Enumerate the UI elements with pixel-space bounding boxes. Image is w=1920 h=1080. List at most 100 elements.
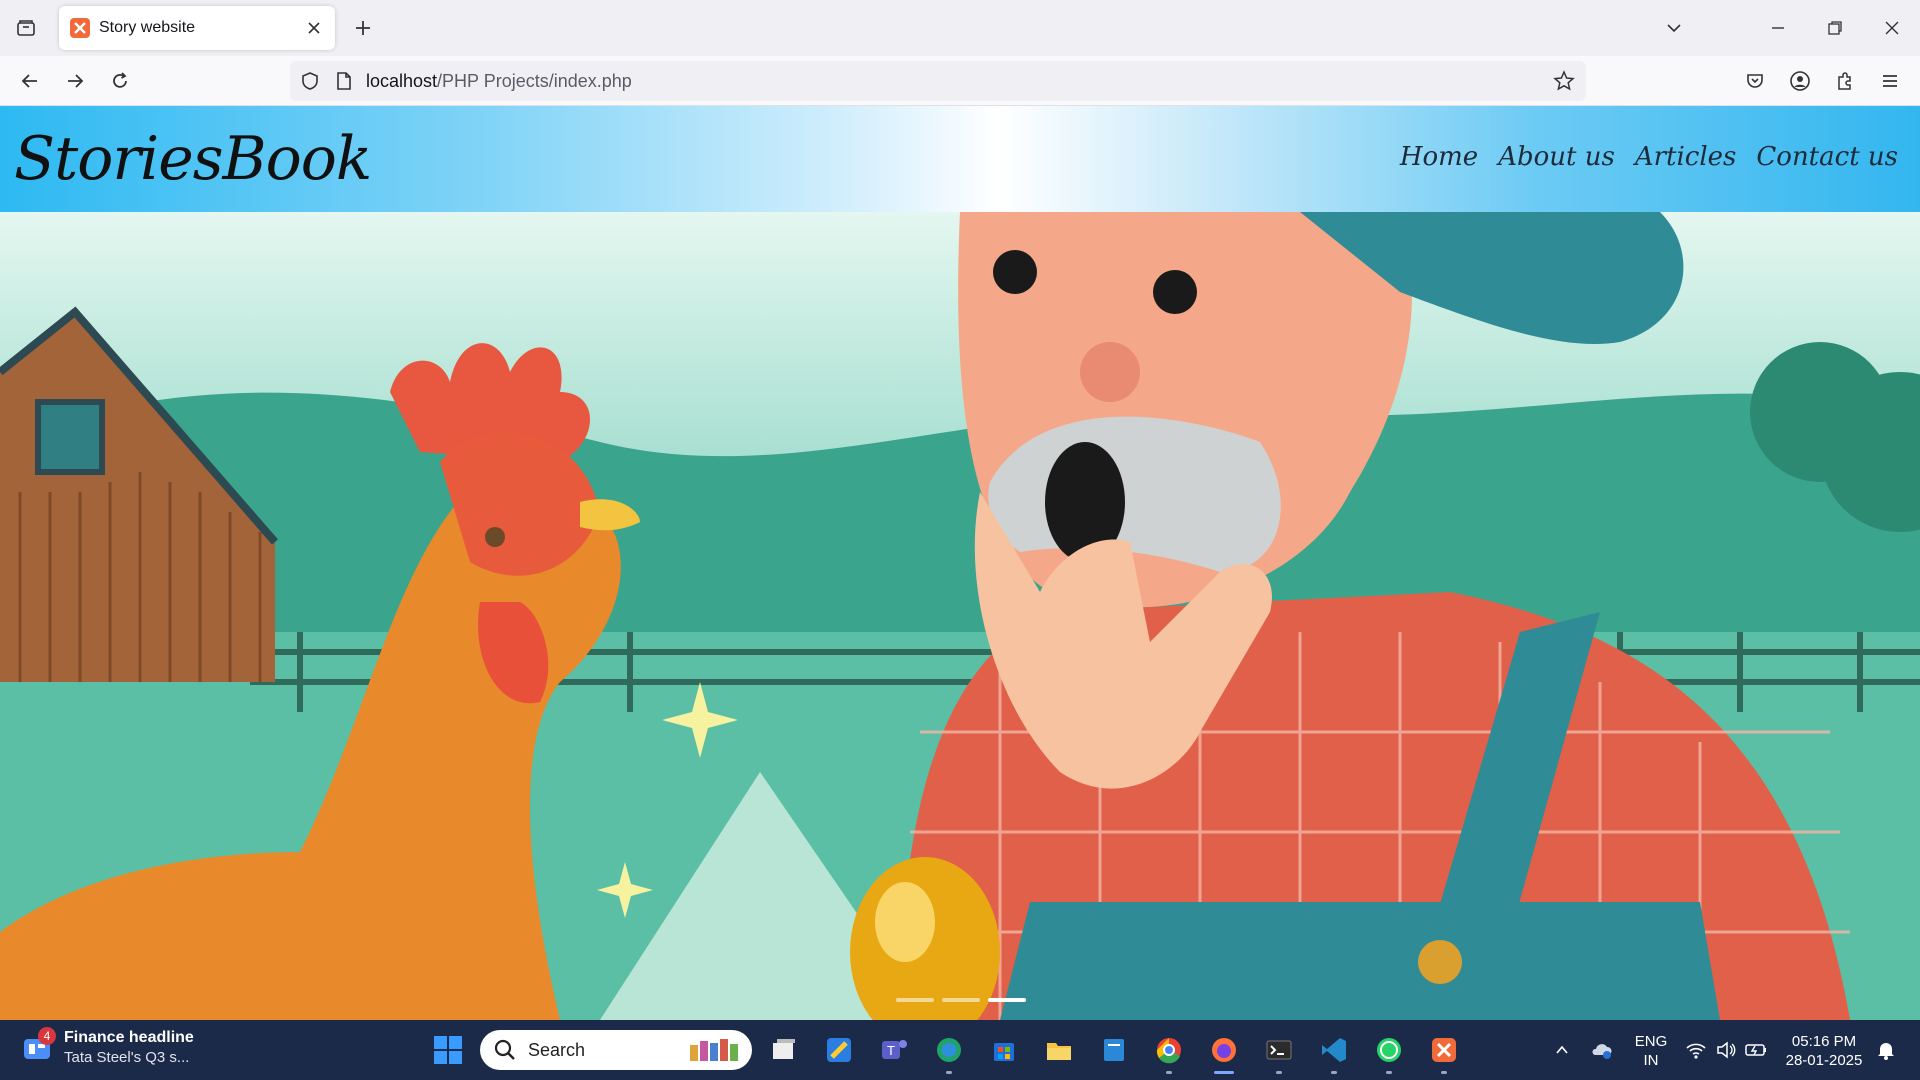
language-code: ENG (1634, 1033, 1668, 1050)
list-all-tabs-button[interactable] (1646, 0, 1702, 56)
bell-snooze-icon (1878, 1043, 1894, 1060)
notifications-button[interactable] (1866, 1030, 1906, 1070)
browser-tab-bar: Story website (0, 0, 1920, 56)
taskbar-app-whatsapp[interactable] (1369, 1030, 1409, 1074)
search-label: Search (528, 1039, 586, 1060)
restore-button[interactable] (1807, 0, 1863, 56)
taskbar-search[interactable]: Search (480, 1030, 752, 1070)
menu-button[interactable] (1874, 65, 1906, 97)
news-badge: 4 (38, 1027, 56, 1045)
carousel-indicator-active[interactable] (988, 998, 1026, 1002)
url-path: /PHP Projects/index.php (437, 70, 632, 91)
windows-logo-icon (434, 1036, 462, 1064)
news-title: Finance headline (64, 1029, 194, 1046)
wifi-icon (1686, 1043, 1706, 1059)
tab-list-button[interactable] (10, 12, 42, 44)
language-indicator[interactable]: ENG IN (1630, 1032, 1672, 1070)
extensions-button[interactable] (1829, 65, 1861, 97)
active-tab[interactable]: Story website (59, 6, 335, 50)
arrow-right-icon (68, 74, 84, 88)
close-icon (1885, 21, 1899, 35)
site-header: StoriesBook Home About us Articles Conta… (0, 106, 1920, 212)
chevron-down-icon (1667, 24, 1681, 33)
nav-link-home[interactable]: Home (1400, 142, 1478, 172)
cloud-icon (1592, 1044, 1612, 1059)
chevron-up-icon (1556, 1045, 1568, 1054)
search-icon (494, 1039, 515, 1060)
new-tab-button[interactable] (347, 12, 379, 44)
terminal-icon (1266, 1040, 1292, 1060)
shield-icon[interactable] (298, 69, 322, 93)
minimize-button[interactable] (1750, 0, 1806, 56)
nav-link-articles[interactable]: Articles (1635, 142, 1737, 172)
forward-button[interactable] (59, 65, 91, 97)
clock-time: 05:16 PM (1791, 1033, 1857, 1050)
taskbar-app-chrome[interactable] (1149, 1030, 1189, 1074)
copilot-icon (827, 1038, 851, 1062)
notes-icon (1104, 1039, 1124, 1061)
tab-close-button[interactable] (303, 17, 325, 39)
news-subtitle: Tata Steel's Q3 s... (64, 1049, 190, 1066)
browser-navigation-bar: localhost/PHP Projects/index.php (0, 56, 1920, 106)
site-logo[interactable]: StoriesBook (14, 124, 372, 194)
clock[interactable]: 05:16 PM 28-01-2025 (1776, 1032, 1872, 1070)
taskbar-app-vscode[interactable] (1314, 1030, 1354, 1074)
task-view-button[interactable] (764, 1030, 804, 1070)
taskbar-app-notes[interactable] (1094, 1030, 1134, 1070)
firefox-icon (1212, 1038, 1236, 1062)
hero-illustration (0, 212, 1920, 1020)
folder-icon (1047, 1043, 1071, 1060)
news-widget[interactable]: 4 Finance headline Tata Steel's Q3 s... (20, 1027, 194, 1068)
pocket-button[interactable] (1739, 65, 1771, 97)
chrome-icon (1156, 1038, 1181, 1064)
taskbar-app-file-explorer[interactable] (1039, 1030, 1079, 1070)
teams-icon: T (882, 1040, 907, 1059)
task-view-icon (773, 1039, 795, 1059)
windows-taskbar: 4 Finance headline Tata Steel's Q3 s... … (0, 1020, 1920, 1080)
account-button[interactable] (1784, 65, 1816, 97)
taskbar-app-xampp[interactable] (1424, 1030, 1464, 1074)
url-bar[interactable]: localhost/PHP Projects/index.php (290, 61, 1586, 101)
xampp-favicon-icon (70, 18, 90, 38)
plus-icon (356, 21, 370, 35)
carousel-indicator[interactable] (942, 998, 980, 1002)
minimize-icon (1772, 27, 1784, 29)
reload-icon (113, 72, 127, 88)
taskbar-app-copilot[interactable] (819, 1030, 859, 1070)
site-nav: Home About us Articles Contact us (1400, 142, 1898, 172)
battery-charging-icon (1745, 1044, 1766, 1056)
taskbar-app-store[interactable] (984, 1030, 1024, 1070)
taskbar-app-firefox[interactable] (1204, 1030, 1244, 1074)
taskbar-app-terminal[interactable] (1259, 1030, 1299, 1074)
arrow-left-icon (21, 74, 37, 88)
carousel-indicators (896, 998, 1026, 1002)
account-icon (1790, 71, 1810, 91)
tab-list-icon (17, 20, 35, 36)
tab-title: Story website (99, 19, 196, 36)
start-button[interactable] (428, 1030, 468, 1070)
reload-button[interactable] (104, 65, 136, 97)
taskbar-app-teams[interactable]: T (874, 1030, 914, 1070)
tray-onedrive[interactable] (1582, 1030, 1622, 1070)
edge-icon (937, 1038, 961, 1062)
hamburger-icon (1883, 75, 1897, 87)
nav-link-about[interactable]: About us (1498, 142, 1615, 172)
news-widget-icon: 4 (20, 1027, 56, 1065)
page-icon (332, 69, 356, 93)
bookmark-star-icon[interactable] (1552, 69, 1576, 93)
tray-battery[interactable] (1736, 1030, 1776, 1070)
clock-date: 28-01-2025 (1785, 1052, 1863, 1069)
carousel-indicator[interactable] (896, 998, 934, 1002)
close-icon (308, 22, 320, 34)
back-button[interactable] (14, 65, 46, 97)
nav-link-contact[interactable]: Contact us (1756, 142, 1898, 172)
svg-text:T: T (887, 1043, 895, 1058)
hero-carousel[interactable] (0, 212, 1920, 1020)
taskbar-app-edge[interactable] (929, 1030, 969, 1074)
close-window-button[interactable] (1864, 0, 1920, 56)
search-highlight-icon (690, 1039, 738, 1061)
restore-icon (1828, 21, 1842, 35)
tray-overflow-button[interactable] (1542, 1030, 1582, 1070)
puzzle-icon (1838, 72, 1851, 90)
store-icon (994, 1043, 1014, 1061)
